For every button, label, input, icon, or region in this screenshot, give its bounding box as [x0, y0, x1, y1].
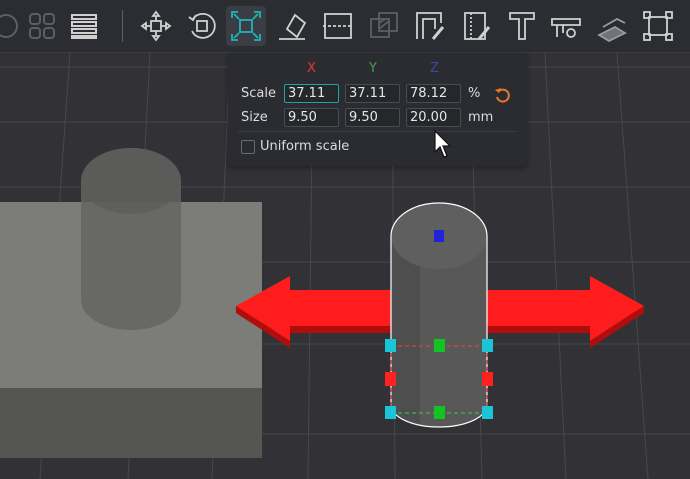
paint-seam-button[interactable]	[456, 6, 496, 46]
paint-support-icon	[416, 12, 445, 40]
toolbar	[0, 0, 690, 53]
menu-lines-icon	[71, 14, 97, 39]
scale-button[interactable]	[226, 6, 266, 46]
size-x-input[interactable]: 9.50	[284, 108, 339, 127]
scale-panel: X Y Z Scale 37.11 37.11 78.12 % Size 9.5…	[228, 53, 527, 166]
uniform-scale-checkbox[interactable]	[241, 140, 255, 154]
cube-view-icon	[0, 14, 18, 38]
scale-z-input[interactable]: 78.12	[406, 84, 461, 103]
menu-button[interactable]	[64, 6, 104, 46]
panel-divider	[238, 131, 517, 132]
place-on-face-button[interactable]	[272, 6, 312, 46]
scale-y-input[interactable]: 37.11	[345, 84, 400, 103]
place-on-face-icon	[279, 13, 307, 40]
cut-button[interactable]	[318, 6, 358, 46]
scale-icon	[231, 11, 261, 41]
rotate-button[interactable]	[182, 6, 222, 46]
text-icon	[509, 12, 535, 40]
move-icon	[140, 10, 172, 42]
scale-x-input[interactable]: 37.11	[284, 84, 339, 103]
cut-icon	[323, 13, 353, 39]
measure-icon	[551, 18, 581, 38]
uniform-scale-label: Uniform scale	[260, 139, 350, 154]
scale-unit: %	[468, 86, 481, 101]
scale-label: Scale	[241, 86, 276, 101]
axis-y-header: Y	[369, 61, 377, 76]
fit-view-button[interactable]	[638, 6, 678, 46]
reset-icon[interactable]	[494, 86, 512, 104]
assembly-button[interactable]	[592, 6, 632, 46]
size-unit: mm	[468, 110, 494, 125]
mouse-cursor-icon	[434, 130, 452, 158]
grid-view-icon	[29, 13, 55, 39]
text-button[interactable]	[502, 6, 542, 46]
toolbar-divider	[122, 10, 123, 42]
size-z-input[interactable]: 20.00	[406, 108, 461, 127]
size-y-input[interactable]: 9.50	[345, 108, 400, 127]
mesh-boolean-icon	[370, 12, 398, 38]
assembly-icon	[597, 17, 627, 43]
axis-x-header: X	[307, 61, 316, 76]
size-label: Size	[241, 110, 268, 125]
left-object	[0, 148, 262, 458]
grid-view-button[interactable]	[22, 6, 62, 46]
measure-button[interactable]	[546, 6, 586, 46]
axis-z-header: Z	[430, 61, 439, 76]
paint-support-button[interactable]	[410, 6, 450, 46]
move-button[interactable]	[136, 6, 176, 46]
fit-view-icon	[643, 11, 673, 41]
rotate-icon	[188, 12, 216, 39]
paint-seam-icon	[464, 12, 491, 40]
mesh-boolean-button[interactable]	[364, 6, 404, 46]
